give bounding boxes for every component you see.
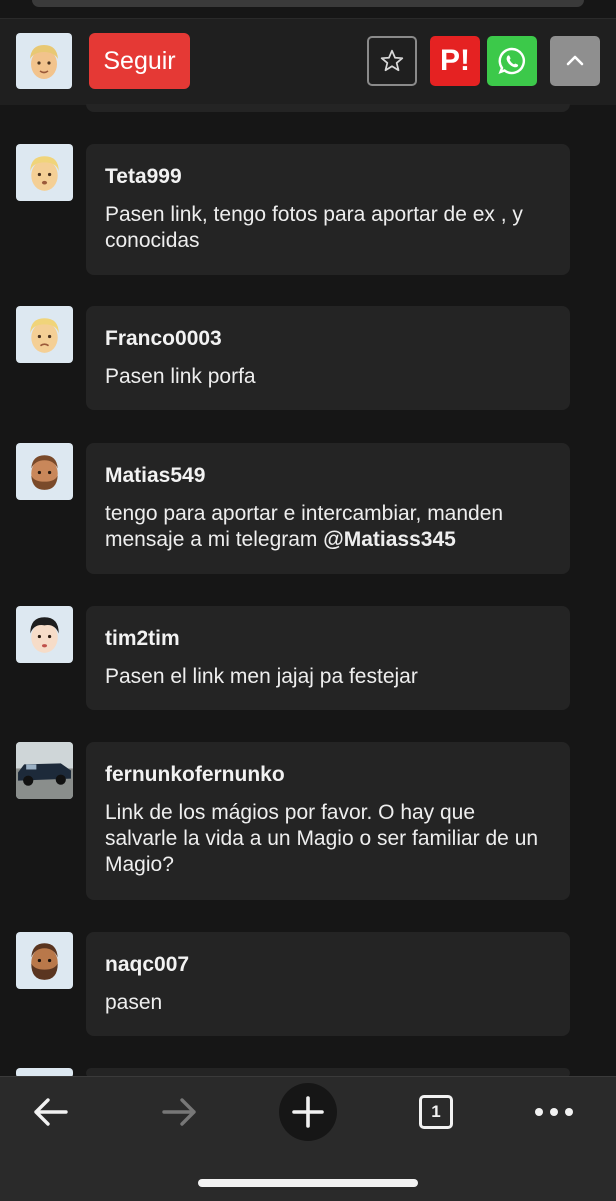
comment-text: tengo para aportar e intercambiar, mande… (105, 501, 551, 553)
comment-username[interactable]: tim2tim (105, 626, 551, 652)
whatsapp-icon (498, 47, 525, 75)
telegram-mention[interactable]: @Matiass345 (323, 528, 456, 551)
new-tab-plus-icon (279, 1083, 337, 1141)
more-icon (535, 1108, 573, 1116)
comment-bubble: tim2tim Pasen el link men jajaj pa feste… (86, 606, 570, 710)
comment-bubble: fernunkofernunko Link de los mágios por … (86, 742, 570, 900)
comment-bubble (86, 1068, 570, 1076)
tabs-button[interactable]: 1 (415, 1077, 457, 1147)
avatar[interactable] (16, 606, 73, 663)
avatar[interactable] (16, 742, 73, 799)
comment-username[interactable]: Matias549 (105, 463, 551, 489)
p-logo-button[interactable]: P! (430, 36, 480, 86)
url-bar-remnant (32, 0, 584, 7)
follow-button[interactable]: Seguir (89, 33, 190, 89)
scroll-top-button[interactable] (550, 36, 600, 86)
tabs-icon: 1 (419, 1095, 453, 1129)
comments-feed[interactable]: Teta999 Pasen link, tengo fotos para apo… (0, 104, 616, 1076)
comment-username[interactable]: Franco0003 (105, 326, 551, 352)
new-tab-button[interactable] (279, 1077, 337, 1147)
star-icon (380, 49, 404, 72)
previous-comment-card (86, 104, 570, 112)
comment-bubble: naqc007 pasen (86, 932, 570, 1036)
back-button[interactable] (20, 1077, 80, 1147)
comment-username[interactable]: naqc007 (105, 952, 551, 978)
comment-text: Pasen link, tengo fotos para aportar de … (105, 203, 523, 252)
comment-bubble: Franco0003 Pasen link porfa (86, 306, 570, 410)
home-indicator[interactable] (198, 1179, 418, 1187)
tab-count: 1 (431, 1102, 441, 1121)
comment-bubble: Teta999 Pasen link, tengo fotos para apo… (86, 144, 570, 275)
comment-text: Link de los mágios por favor. O hay que … (105, 801, 539, 876)
avatar[interactable] (16, 33, 72, 89)
top-action-bar: Seguir P! (0, 18, 616, 105)
p-logo-icon: P! (440, 44, 470, 77)
forward-arrow-icon (162, 1098, 196, 1126)
more-button[interactable] (532, 1077, 576, 1147)
avatar[interactable] (16, 932, 73, 989)
back-arrow-icon (34, 1098, 68, 1126)
whatsapp-share-button[interactable] (487, 36, 537, 86)
favorite-button[interactable] (367, 36, 417, 86)
avatar[interactable] (16, 1068, 73, 1076)
comment-username[interactable]: Teta999 (105, 164, 551, 190)
comment-text: pasen (105, 991, 163, 1014)
avatar[interactable] (16, 443, 73, 500)
browser-bottom-toolbar: 1 (0, 1076, 616, 1201)
avatar[interactable] (16, 306, 73, 363)
comment-text: Pasen link porfa (105, 365, 256, 388)
forward-button[interactable] (150, 1077, 210, 1147)
avatar[interactable] (16, 144, 73, 201)
comment-text: Pasen el link men jajaj pa festejar (105, 665, 418, 688)
comment-username[interactable]: fernunkofernunko (105, 762, 551, 788)
chevron-up-icon (566, 55, 584, 66)
comment-bubble: Matias549 tengo para aportar e intercamb… (86, 443, 570, 574)
